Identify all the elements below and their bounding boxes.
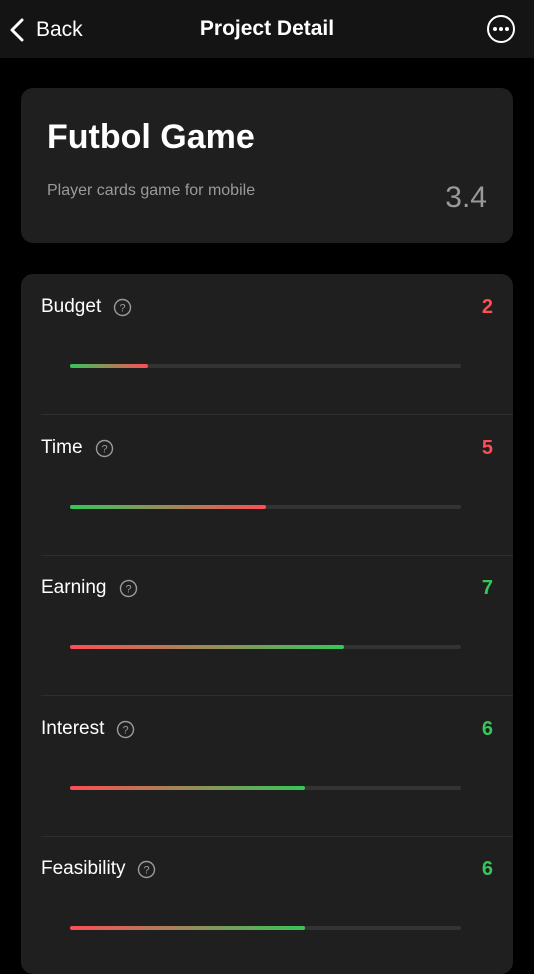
- metric-label-wrap: Feasibility ?: [41, 858, 156, 880]
- metric-label: Feasibility: [41, 858, 126, 879]
- metric-row-budget: Budget ? 2: [21, 274, 513, 415]
- metric-track: [70, 645, 461, 649]
- metric-label: Interest: [41, 718, 105, 739]
- project-subtitle: Player cards game for mobile: [47, 182, 256, 199]
- metric-row-feasibility: Feasibility ? 6: [21, 836, 513, 974]
- more-options-button[interactable]: [486, 14, 516, 44]
- svg-text:?: ?: [144, 864, 150, 876]
- svg-text:?: ?: [123, 724, 129, 736]
- metric-label: Time: [41, 437, 83, 458]
- metric-row-earning: Earning ? 7: [21, 555, 513, 696]
- project-score: 3.4: [445, 181, 487, 214]
- metric-fill: [70, 786, 305, 790]
- project-summary-card: Futbol Game Player cards game for mobile…: [21, 88, 513, 243]
- metric-value: 5: [481, 437, 493, 459]
- metric-label: Earning: [41, 577, 107, 598]
- navigation-bar: Back Project Detail: [0, 0, 534, 58]
- metric-fill: [70, 364, 149, 368]
- question-circle-icon[interactable]: ?: [137, 860, 156, 879]
- metrics-card: Budget ? 2 Time ? 5 Earning ? 7 Interest…: [21, 274, 513, 974]
- ellipsis-circle-icon: [487, 15, 515, 43]
- metric-value: 7: [481, 577, 493, 599]
- metric-label-wrap: Earning ?: [41, 577, 138, 599]
- metric-fill: [70, 645, 344, 649]
- svg-text:?: ?: [101, 443, 107, 455]
- metric-fill: [70, 505, 266, 509]
- metric-row-interest: Interest ? 6: [21, 696, 513, 837]
- metric-track: [70, 786, 461, 790]
- metric-label-wrap: Interest ?: [41, 718, 135, 740]
- metric-track: [70, 364, 461, 368]
- page-title: Project Detail: [199, 17, 335, 40]
- metric-label-wrap: Time ?: [41, 437, 114, 459]
- question-circle-icon[interactable]: ?: [119, 579, 138, 598]
- metric-track: [70, 505, 461, 509]
- metric-fill: [70, 926, 305, 930]
- metric-value: 6: [481, 718, 493, 740]
- metric-label: Budget: [41, 296, 102, 317]
- svg-text:?: ?: [125, 583, 131, 595]
- metric-track: [70, 926, 461, 930]
- question-circle-icon[interactable]: ?: [113, 298, 132, 317]
- project-title: Futbol Game: [47, 118, 255, 156]
- question-circle-icon[interactable]: ?: [95, 439, 114, 458]
- metric-label-wrap: Budget ?: [41, 296, 132, 318]
- svg-text:?: ?: [120, 302, 126, 314]
- metric-value: 2: [481, 296, 493, 318]
- metric-row-time: Time ? 5: [21, 415, 513, 556]
- metric-value: 6: [481, 858, 493, 880]
- question-circle-icon[interactable]: ?: [116, 720, 135, 739]
